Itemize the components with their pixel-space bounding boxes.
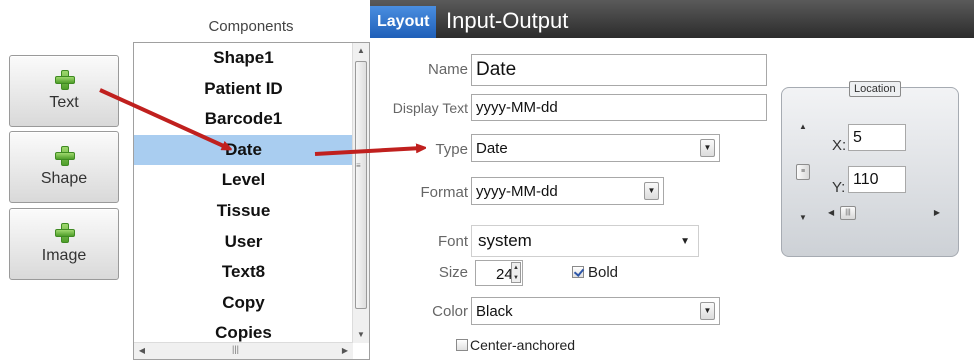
tab-layout[interactable]: Layout (370, 6, 437, 38)
add-image-button[interactable]: Image (9, 208, 119, 280)
add-text-button[interactable]: Text (9, 55, 119, 127)
stepper-down-icon[interactable]: ▼ (512, 273, 520, 283)
size-label: Size (438, 264, 468, 281)
add-image-label: Image (41, 247, 87, 264)
scroll-right-icon[interactable]: ▶ (337, 343, 353, 359)
scroll-thumb[interactable] (355, 61, 367, 309)
scroll-thumb[interactable]: ||| (840, 206, 856, 220)
scroll-down-icon[interactable]: ▼ (353, 327, 369, 343)
format-value: yyyy-MM-dd (476, 182, 558, 200)
bold-label: Bold (588, 264, 619, 281)
list-item[interactable]: Level (134, 165, 353, 196)
list-item[interactable]: User (134, 227, 353, 258)
x-field[interactable]: 5 (848, 124, 906, 151)
type-value: Date (476, 139, 508, 157)
plus-icon (55, 146, 75, 166)
location-title: Location (849, 81, 901, 97)
components-horizontal-scrollbar[interactable]: ◀ ||| ▶ (134, 342, 353, 359)
x-label: X: (832, 137, 847, 154)
y-field[interactable]: 110 (848, 166, 906, 193)
display-text-field[interactable]: yyyy-MM-dd (471, 94, 767, 121)
display-text-label: Display Text (392, 100, 468, 116)
bold-checkbox[interactable] (572, 266, 584, 278)
y-label: Y: (832, 179, 846, 196)
list-item[interactable]: Patient ID (134, 74, 353, 105)
scroll-up-icon[interactable]: ▲ (353, 43, 369, 59)
add-text-label: Text (49, 94, 79, 111)
plus-icon (55, 70, 75, 90)
dropdown-arrow-icon[interactable]: ▼ (700, 302, 715, 320)
name-field[interactable]: Date (471, 54, 767, 86)
scroll-left-icon[interactable]: ◀ (134, 343, 150, 359)
chevron-down-icon: ▼ (680, 236, 690, 247)
color-select[interactable]: Black ▼ (471, 297, 720, 325)
center-anchored-label: Center-anchored (470, 337, 576, 353)
list-item[interactable]: Barcode1 (134, 104, 353, 135)
color-label: Color (432, 303, 468, 320)
font-label: Font (437, 233, 468, 250)
components-vertical-scrollbar[interactable]: ▲ ≡ ▼ (352, 43, 369, 343)
grip-icon: ≡ (356, 161, 361, 170)
tab-bar: Layout Input-Output (370, 0, 974, 38)
components-title: Components (208, 18, 294, 35)
components-list[interactable]: Shape1 Patient ID Barcode1 Date Level Ti… (133, 42, 370, 360)
list-item[interactable]: Copy (134, 288, 353, 319)
scroll-down-icon[interactable]: ▼ (794, 213, 812, 222)
list-item[interactable]: Text8 (134, 257, 353, 288)
scroll-up-icon[interactable]: ▲ (794, 122, 812, 131)
font-value: system (478, 231, 532, 250)
components-items: Shape1 Patient ID Barcode1 Date Level Ti… (134, 43, 353, 349)
stepper-up-icon[interactable]: ▲ (512, 263, 520, 273)
size-stepper[interactable]: 24 ▲ ▼ (475, 260, 523, 286)
grip-icon: ||| (232, 344, 240, 354)
stepper-buttons[interactable]: ▲ ▼ (511, 262, 521, 283)
type-label: Type (435, 141, 468, 158)
tab-input-output[interactable]: Input-Output (446, 0, 568, 38)
add-shape-label: Shape (40, 170, 88, 187)
color-value: Black (476, 302, 513, 320)
location-y-scrollbar[interactable]: ▲ ≡ ▼ (794, 122, 812, 222)
dropdown-arrow-icon[interactable]: ▼ (644, 182, 659, 200)
center-anchored-checkbox[interactable] (456, 339, 468, 351)
scroll-left-icon[interactable]: ◀ (828, 206, 834, 220)
name-label: Name (427, 61, 468, 78)
dropdown-arrow-icon[interactable]: ▼ (700, 139, 715, 157)
format-select[interactable]: yyyy-MM-dd ▼ (471, 177, 664, 205)
format-label: Format (420, 184, 468, 201)
type-select[interactable]: Date ▼ (471, 134, 720, 162)
list-item[interactable]: Shape1 (134, 43, 353, 74)
scroll-thumb[interactable]: ≡ (796, 164, 810, 180)
add-shape-button[interactable]: Shape (9, 131, 119, 203)
plus-icon (55, 223, 75, 243)
list-item-selected[interactable]: Date (134, 134, 353, 166)
location-x-scrollbar[interactable]: ◀ ||| ▶ (826, 206, 942, 220)
location-panel: Location ▲ ≡ ▼ X: 5 Y: 110 ◀ ||| ▶ (781, 81, 959, 257)
font-select[interactable]: system ▼ (471, 225, 699, 257)
list-item[interactable]: Tissue (134, 196, 353, 227)
scroll-right-icon[interactable]: ▶ (934, 206, 940, 220)
